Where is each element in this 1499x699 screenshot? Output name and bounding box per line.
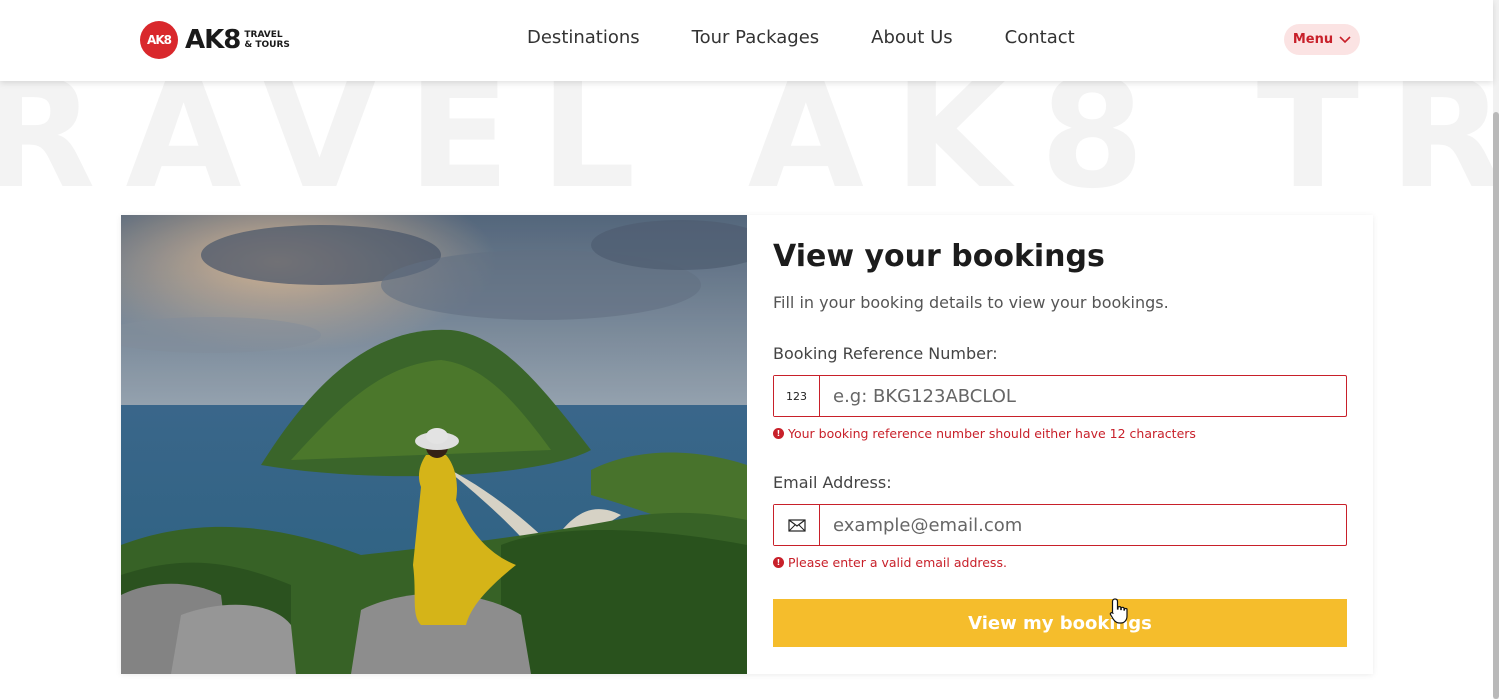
- hero-image: [121, 215, 747, 674]
- form-subtitle: Fill in your booking details to view you…: [773, 293, 1169, 312]
- brand-name: AK8: [185, 25, 241, 55]
- site-header: AK8 AK8 TRAVEL & TOURS Destinations Tour…: [0, 0, 1493, 81]
- logo-mark: AK8: [140, 21, 178, 59]
- booking-card: View your bookings Fill in your booking …: [121, 215, 1373, 674]
- form-title: View your bookings: [773, 239, 1105, 274]
- nav-destinations[interactable]: Destinations: [527, 27, 640, 48]
- reference-label: Booking Reference Number:: [773, 344, 998, 363]
- reference-input[interactable]: [820, 376, 1346, 416]
- island-photo-illustration: [121, 215, 747, 674]
- brand-logo[interactable]: AK8 AK8 TRAVEL & TOURS: [140, 20, 290, 60]
- tagline-line-1: TRAVEL: [244, 30, 283, 40]
- email-field: [773, 504, 1347, 546]
- page-scrollbar[interactable]: [1493, 0, 1499, 699]
- number-icon: 123: [774, 376, 820, 416]
- nav-tour-packages[interactable]: Tour Packages: [692, 27, 819, 48]
- reference-error: ! Your booking reference number should e…: [773, 426, 1196, 441]
- email-error-text: Please enter a valid email address.: [788, 555, 1007, 570]
- nav-about-us[interactable]: About Us: [871, 27, 953, 48]
- tagline-line-2: & TOURS: [244, 40, 290, 50]
- reference-error-text: Your booking reference number should eit…: [788, 426, 1196, 441]
- view-bookings-button[interactable]: View my bookings: [773, 599, 1347, 647]
- reference-field: 123: [773, 375, 1347, 417]
- email-error: ! Please enter a valid email address.: [773, 555, 1007, 570]
- hand-pointer-icon: [1109, 598, 1128, 624]
- email-label: Email Address:: [773, 473, 892, 492]
- main-nav: Destinations Tour Packages About Us Cont…: [527, 27, 1127, 48]
- scrollbar-thumb[interactable]: [1493, 112, 1499, 699]
- menu-label: Menu: [1292, 32, 1334, 47]
- brand-tagline: TRAVEL & TOURS: [244, 30, 290, 50]
- nav-contact[interactable]: Contact: [1005, 27, 1075, 48]
- error-icon: !: [773, 428, 784, 439]
- error-icon: !: [773, 557, 784, 568]
- chevron-down-icon: [1339, 35, 1351, 43]
- envelope-icon: [774, 505, 820, 545]
- email-input[interactable]: [820, 505, 1346, 545]
- menu-button[interactable]: Menu: [1284, 24, 1360, 55]
